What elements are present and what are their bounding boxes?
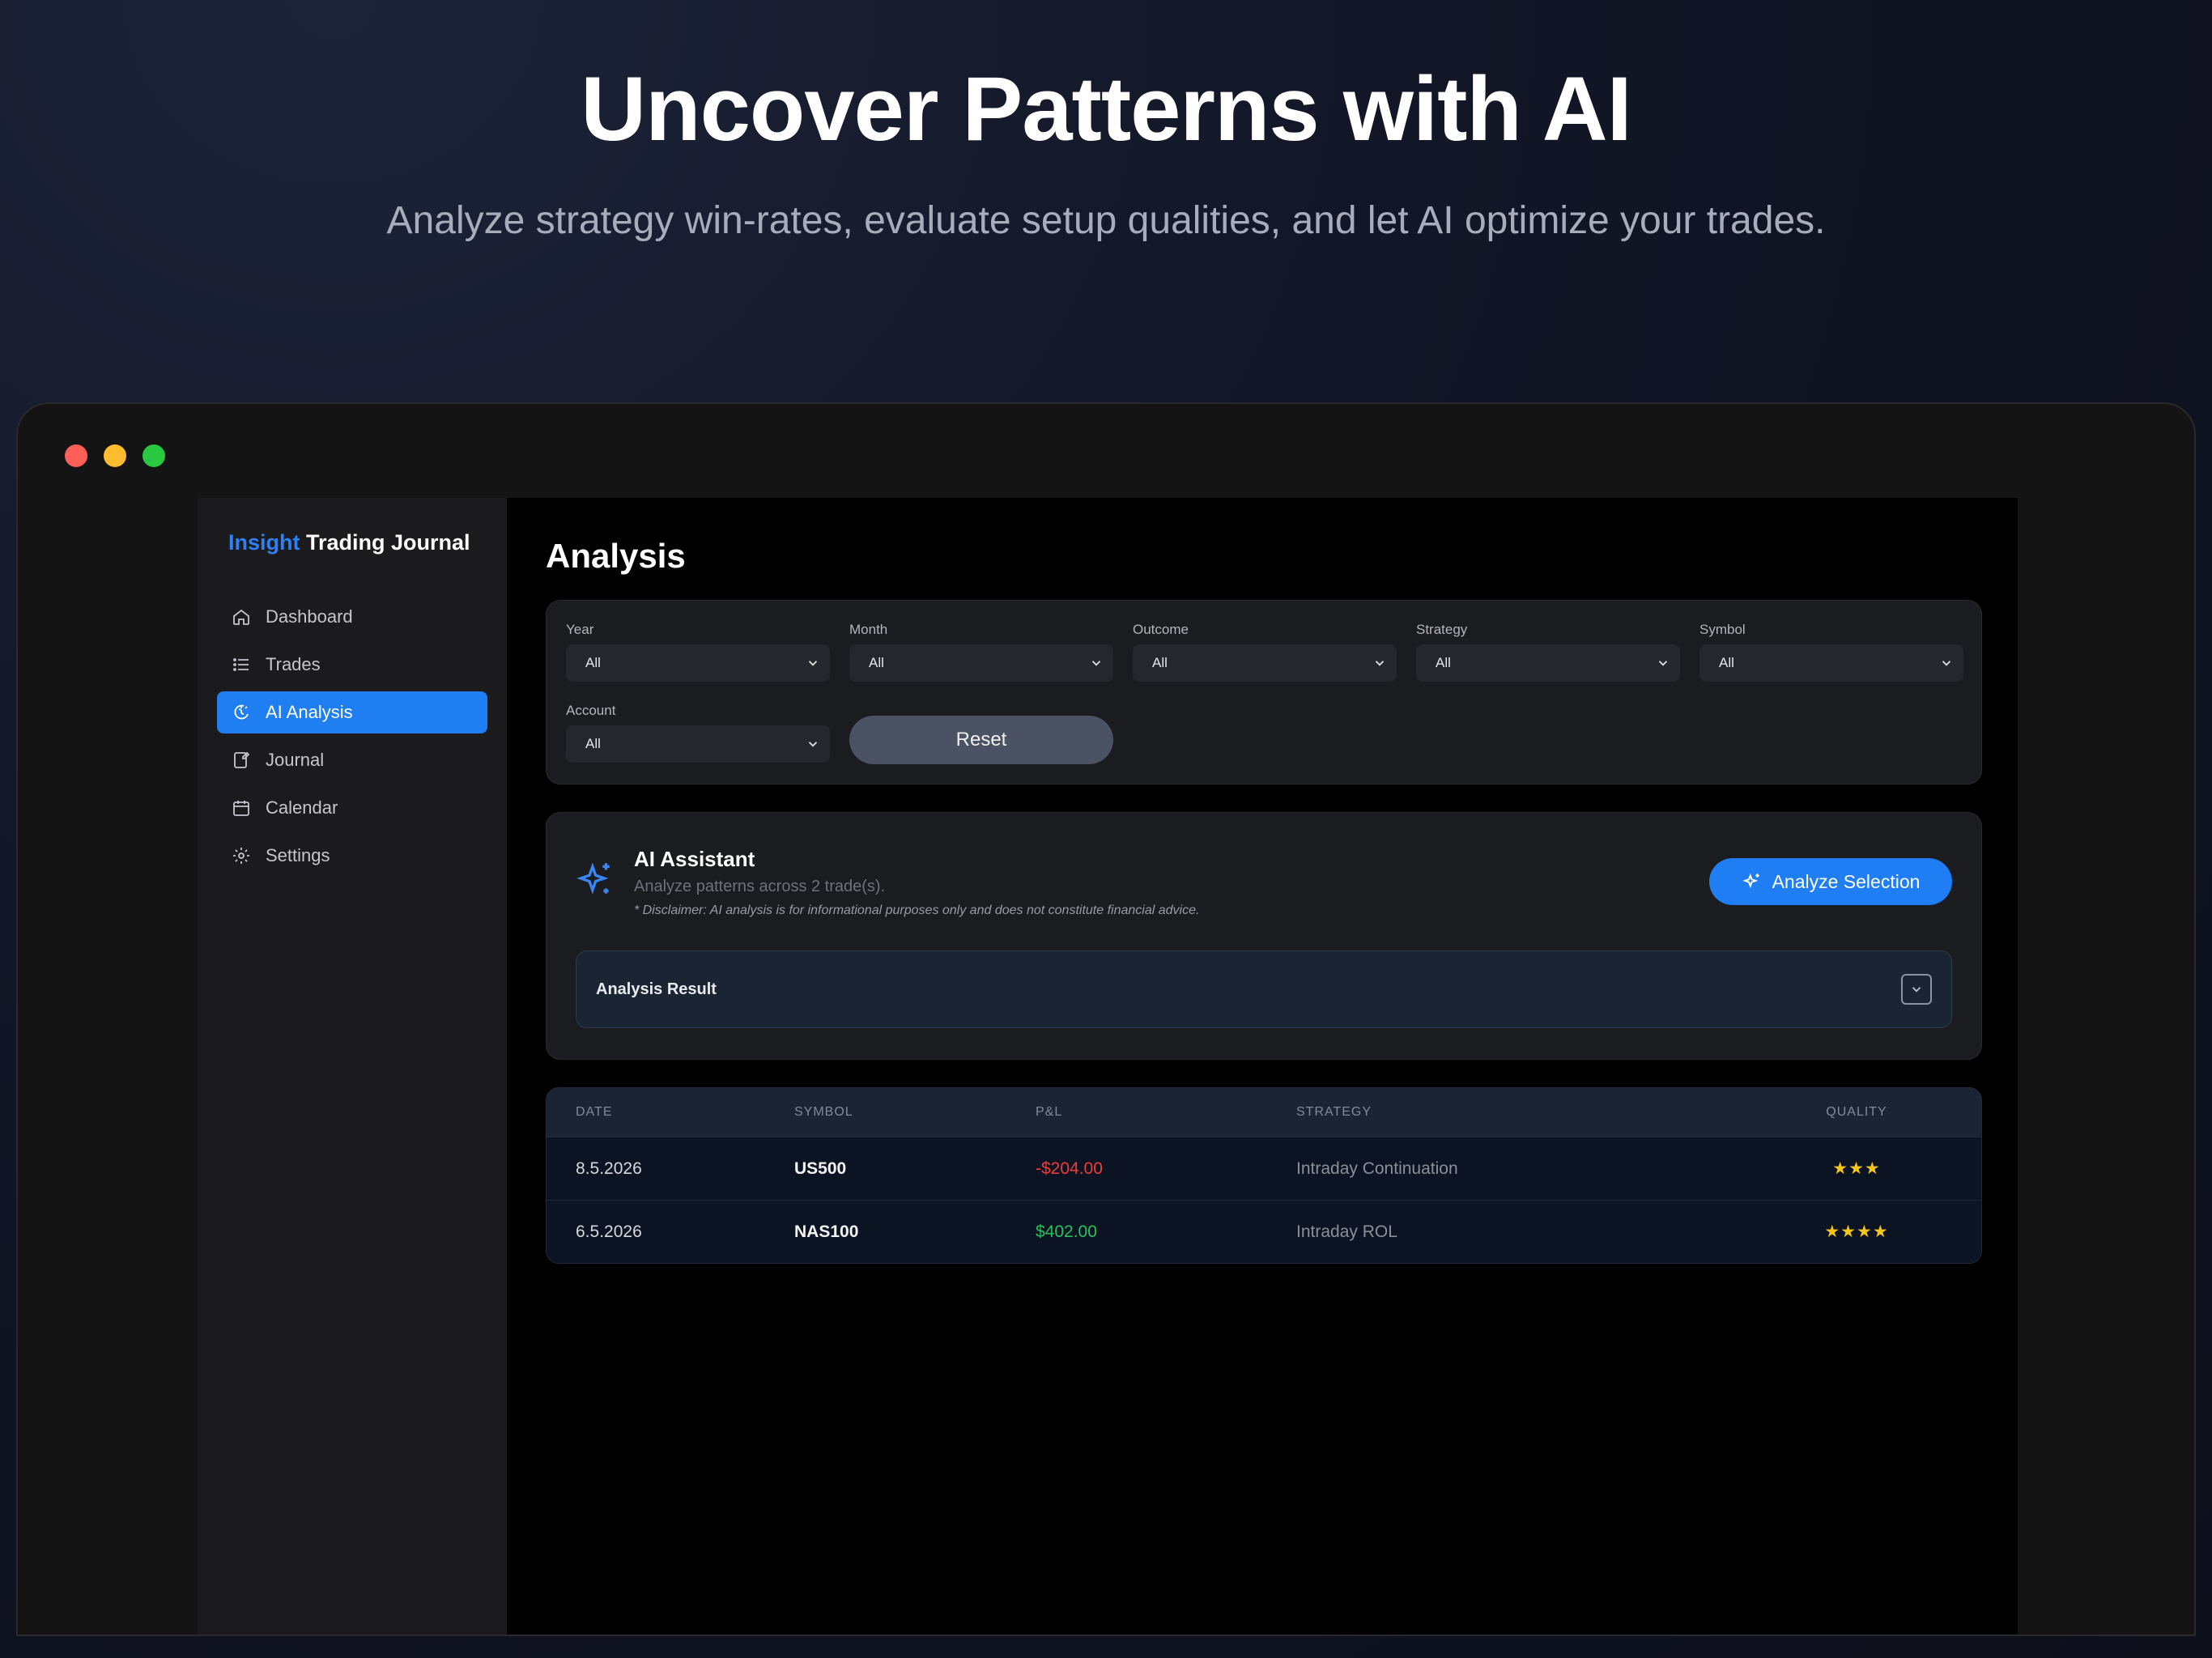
sidebar-item-settings[interactable]: Settings bbox=[217, 835, 487, 877]
select-value: All bbox=[869, 655, 884, 670]
minimize-window-button[interactable] bbox=[104, 444, 126, 467]
expand-result-button[interactable] bbox=[1901, 974, 1932, 1005]
maximize-window-button[interactable] bbox=[143, 444, 165, 467]
account-select[interactable]: All bbox=[566, 725, 830, 763]
sidebar-item-journal[interactable]: Journal bbox=[217, 739, 487, 781]
analysis-result-panel[interactable]: Analysis Result bbox=[576, 950, 1952, 1028]
sidebar-item-ai-analysis[interactable]: AI Analysis bbox=[217, 691, 487, 733]
filter-label: Symbol bbox=[1699, 622, 1746, 637]
filter-symbol: Symbol All bbox=[1699, 622, 1963, 682]
list-icon bbox=[233, 658, 249, 671]
brand-accent: Insight bbox=[228, 530, 300, 555]
column-header-symbol[interactable]: SYMBOL bbox=[794, 1105, 1036, 1120]
outcome-select[interactable]: All bbox=[1133, 644, 1397, 682]
filter-label: Month bbox=[849, 622, 888, 637]
window-controls bbox=[65, 444, 165, 467]
star-rating: ★★★★ bbox=[1824, 1222, 1889, 1241]
table-header: DATE SYMBOL P&L STRATEGY QUALITY bbox=[547, 1088, 1981, 1137]
sidebar: Insight Trading Journal Dashboard Trades… bbox=[198, 498, 507, 1635]
filter-account: Account All bbox=[566, 703, 830, 763]
calendar-icon bbox=[233, 801, 249, 816]
sidebar-item-label: Trades bbox=[266, 654, 321, 674]
cell-strategy: Intraday Continuation bbox=[1296, 1158, 1458, 1178]
filter-month: Month All bbox=[849, 622, 1113, 682]
filter-year: Year All bbox=[566, 622, 830, 682]
column-header-date[interactable]: DATE bbox=[547, 1105, 794, 1120]
main-content: Analysis Year All Month All Outcome All … bbox=[507, 498, 2018, 1635]
chevron-down-icon bbox=[1375, 661, 1385, 666]
star-rating: ★★★ bbox=[1832, 1159, 1881, 1178]
table-row[interactable]: 8.5.2026 US500 -$204.00 Intraday Continu… bbox=[547, 1137, 1981, 1200]
chevron-down-icon bbox=[1942, 661, 1951, 666]
sidebar-item-label: Settings bbox=[266, 845, 330, 865]
analyze-selection-button[interactable]: Analyze Selection bbox=[1709, 858, 1952, 905]
close-window-button[interactable] bbox=[65, 444, 87, 467]
brand-name: Trading Journal bbox=[306, 530, 470, 555]
ai-assistant-title: AI Assistant bbox=[634, 847, 755, 871]
app-window: Insight Trading Journal Dashboard Trades… bbox=[16, 402, 2196, 1636]
sidebar-item-trades[interactable]: Trades bbox=[217, 644, 487, 686]
filter-label: Account bbox=[566, 703, 616, 718]
select-value: All bbox=[585, 736, 601, 751]
select-value: All bbox=[585, 655, 601, 670]
select-value: All bbox=[1436, 655, 1451, 670]
cell-date: 8.5.2026 bbox=[576, 1158, 642, 1178]
filter-label: Outcome bbox=[1133, 622, 1189, 637]
brand-logo: Insight Trading Journal bbox=[217, 530, 487, 555]
app-content: Insight Trading Journal Dashboard Trades… bbox=[198, 498, 2018, 1635]
filter-label: Year bbox=[566, 622, 594, 637]
gear-icon bbox=[233, 848, 249, 864]
cell-symbol: NAS100 bbox=[794, 1222, 859, 1241]
chevron-down-icon bbox=[1912, 987, 1921, 993]
trades-table: DATE SYMBOL P&L STRATEGY QUALITY 8.5.202… bbox=[546, 1087, 1982, 1264]
filter-strategy: Strategy All bbox=[1416, 622, 1680, 682]
select-value: All bbox=[1152, 655, 1168, 670]
strategy-select[interactable]: All bbox=[1416, 644, 1680, 682]
chevron-down-icon bbox=[808, 661, 818, 666]
filter-outcome: Outcome All bbox=[1133, 622, 1397, 682]
cell-symbol: US500 bbox=[794, 1158, 847, 1178]
sidebar-item-label: Dashboard bbox=[266, 606, 353, 627]
journal-icon bbox=[234, 751, 250, 768]
chevron-down-icon bbox=[808, 742, 818, 747]
ai-assistant-panel: AI Assistant Analyze patterns across 2 t… bbox=[546, 812, 1982, 1060]
year-select[interactable]: All bbox=[566, 644, 830, 682]
analyze-selection-label: Analyze Selection bbox=[1772, 870, 1921, 892]
hero-subtitle: Analyze strategy win-rates, evaluate set… bbox=[386, 199, 1826, 242]
sidebar-item-calendar[interactable]: Calendar bbox=[217, 787, 487, 829]
select-value: All bbox=[1719, 655, 1734, 670]
ai-assistant-description: Analyze patterns across 2 trade(s). bbox=[634, 878, 886, 895]
filter-panel: Year All Month All Outcome All Strategy … bbox=[546, 600, 1982, 784]
symbol-select[interactable]: All bbox=[1699, 644, 1963, 682]
chevron-down-icon bbox=[1658, 661, 1668, 666]
brain-icon bbox=[234, 704, 249, 720]
sidebar-item-label: AI Analysis bbox=[266, 702, 353, 722]
analysis-result-label: Analysis Result bbox=[596, 980, 717, 998]
reset-button[interactable]: Reset bbox=[849, 716, 1113, 764]
cell-strategy: Intraday ROL bbox=[1296, 1222, 1397, 1241]
hero-title: Uncover Patterns with AI bbox=[581, 58, 1631, 159]
column-header-pnl[interactable]: P&L bbox=[1036, 1105, 1296, 1120]
cell-date: 6.5.2026 bbox=[576, 1222, 642, 1241]
cell-pnl: $402.00 bbox=[1036, 1222, 1097, 1241]
page-title: Analysis bbox=[546, 537, 686, 575]
sidebar-item-label: Journal bbox=[266, 750, 325, 770]
home-icon bbox=[233, 609, 249, 625]
table-row[interactable]: 6.5.2026 NAS100 $402.00 Intraday ROL ★★★… bbox=[547, 1200, 1981, 1263]
cell-pnl: -$204.00 bbox=[1036, 1158, 1103, 1178]
sparkles-icon bbox=[576, 862, 610, 895]
sparkles-icon bbox=[1742, 873, 1759, 889]
ai-disclaimer: * Disclaimer: AI analysis is for informa… bbox=[634, 903, 1200, 917]
column-header-quality[interactable]: QUALITY bbox=[1732, 1105, 1981, 1120]
month-select[interactable]: All bbox=[849, 644, 1113, 682]
sidebar-item-dashboard[interactable]: Dashboard bbox=[217, 596, 487, 638]
chevron-down-icon bbox=[1091, 661, 1101, 666]
sidebar-item-label: Calendar bbox=[266, 797, 338, 818]
column-header-strategy[interactable]: STRATEGY bbox=[1296, 1105, 1732, 1120]
filter-label: Strategy bbox=[1416, 622, 1468, 637]
